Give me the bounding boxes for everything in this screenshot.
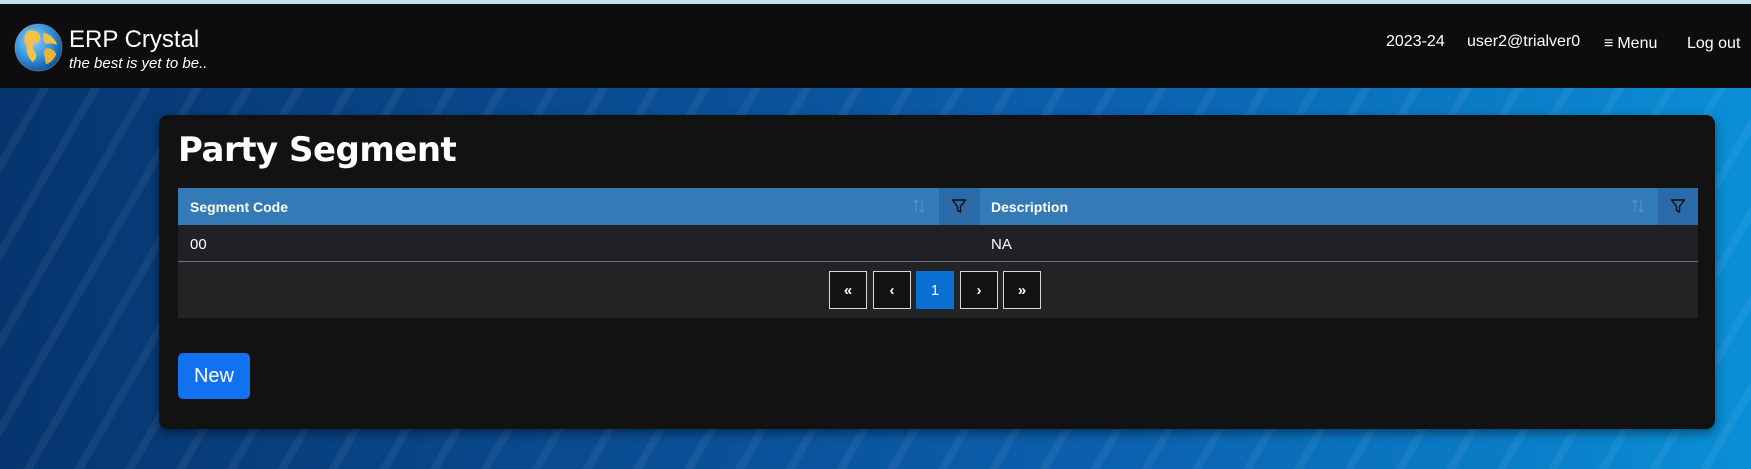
hamburger-icon: ≡ [1604, 35, 1614, 52]
financial-year[interactable]: 2023-24 [1386, 33, 1445, 51]
first-page-button[interactable]: « [829, 271, 867, 309]
column-label: Description [991, 199, 1069, 215]
menu-label: Menu [1617, 35, 1658, 52]
party-segment-card: Party Segment Segment Code Description 0… [159, 115, 1715, 429]
top-navbar: ERP Crystal the best is yet to be.. 2023… [0, 4, 1751, 88]
new-button[interactable]: New [178, 353, 250, 399]
column-header-segment-code[interactable]: Segment Code [178, 188, 980, 225]
filter-icon [951, 199, 967, 213]
sort-icon[interactable] [912, 198, 926, 214]
filter-button[interactable] [1658, 188, 1698, 225]
filter-button[interactable] [939, 188, 979, 225]
brand-tagline: the best is yet to be.. [69, 55, 208, 72]
segment-code-cell: 00 [190, 236, 207, 253]
menu-button[interactable]: ≡ Menu [1604, 35, 1657, 53]
sort-icon[interactable] [1631, 198, 1645, 214]
table-row[interactable]: 00 NA [178, 225, 1698, 262]
previous-page-button[interactable]: ‹ [873, 271, 911, 309]
logout-link[interactable]: Log out [1687, 35, 1740, 53]
brand-title[interactable]: ERP Crystal [69, 26, 199, 54]
segment-grid: Segment Code Description 00 NA « ‹ 1 › » [178, 188, 1698, 318]
column-header-description[interactable]: Description [979, 188, 1698, 225]
grid-header: Segment Code Description [178, 188, 1698, 225]
last-page-button[interactable]: » [1003, 271, 1041, 309]
description-cell: NA [991, 236, 1012, 253]
column-label: Segment Code [190, 199, 289, 215]
pagination: « ‹ 1 › » [178, 262, 1698, 318]
page-title: Party Segment [178, 130, 457, 170]
page-1-button[interactable]: 1 [916, 271, 954, 309]
filter-icon [1670, 199, 1686, 213]
user-account[interactable]: user2@trialver0 [1467, 33, 1580, 51]
globe-icon[interactable] [14, 23, 63, 72]
next-page-button[interactable]: › [960, 271, 998, 309]
